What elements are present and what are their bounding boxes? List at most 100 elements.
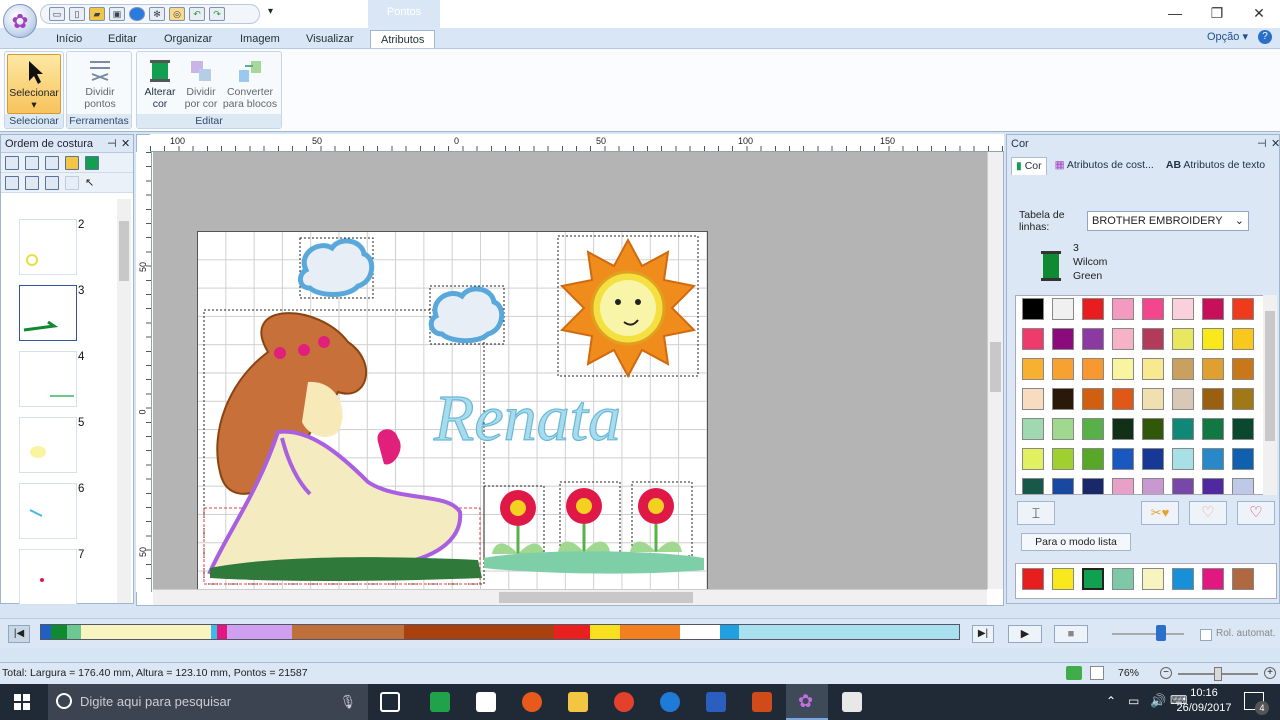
alterar-cor-button[interactable]: Alterar cor <box>139 54 181 110</box>
list-item[interactable] <box>19 417 77 473</box>
go-last-button[interactable]: ▶| <box>972 625 994 643</box>
list-item[interactable] <box>19 285 77 341</box>
color-swatch[interactable] <box>1172 478 1194 494</box>
tab-cor[interactable]: ▮ Cor <box>1011 157 1047 175</box>
fit-view-icon[interactable] <box>5 155 19 170</box>
sequence-color-segment[interactable] <box>50 625 67 639</box>
color-swatch[interactable] <box>1172 328 1194 350</box>
pink-heart-button[interactable]: ♡ <box>1237 501 1275 525</box>
color-swatch[interactable] <box>1142 448 1164 470</box>
color-icon[interactable] <box>85 155 99 170</box>
color-swatch[interactable] <box>1232 478 1254 494</box>
split-icon[interactable] <box>65 175 79 190</box>
color-swatch[interactable] <box>1082 328 1104 350</box>
close-button[interactable]: ✕ <box>1238 0 1280 28</box>
sequence-color-segment[interactable] <box>619 625 680 639</box>
notepad-icon[interactable] <box>842 692 862 712</box>
powerpoint-icon[interactable] <box>752 692 772 712</box>
clock[interactable]: 10:16 26/09/2017 <box>1176 686 1232 716</box>
color-swatch[interactable] <box>1202 298 1224 320</box>
excel-app-icon[interactable] <box>430 692 450 712</box>
color-swatch[interactable] <box>1202 418 1224 440</box>
color-swatch[interactable] <box>1112 388 1134 410</box>
sequence-color-segment[interactable] <box>404 625 554 639</box>
chrome-icon[interactable] <box>614 692 634 712</box>
tab-inicio[interactable]: Início <box>56 30 82 48</box>
show-hidden-icons-icon[interactable]: ⌃ <box>1106 694 1116 708</box>
store-icon[interactable] <box>476 692 496 712</box>
recent-color-swatch[interactable] <box>1022 568 1044 590</box>
file-explorer-icon[interactable] <box>568 692 588 712</box>
tab-atributos[interactable]: Atributos <box>370 30 436 48</box>
color-swatch[interactable] <box>1082 478 1104 494</box>
scroll-thumb[interactable] <box>1265 311 1275 441</box>
sequence-color-segment[interactable] <box>80 625 211 639</box>
zoom-in-icon[interactable]: + <box>1264 667 1276 679</box>
pin-icon[interactable]: ⊣ <box>107 135 117 153</box>
selecionar-button[interactable]: Selecionar ▾ <box>7 54 61 114</box>
color-swatch[interactable] <box>1052 478 1074 494</box>
color-swatch[interactable] <box>1052 418 1074 440</box>
stitch-icon[interactable] <box>129 7 145 21</box>
app-menu-button[interactable]: ✿ <box>3 4 37 38</box>
speed-slider-thumb[interactable] <box>1156 625 1166 641</box>
sewing-order-scrollbar[interactable] <box>117 199 131 603</box>
color-swatch[interactable] <box>1172 448 1194 470</box>
page-icon[interactable] <box>1090 666 1104 680</box>
color-swatch[interactable] <box>1232 298 1254 320</box>
color-swatch[interactable] <box>1052 448 1074 470</box>
pin-icon[interactable]: ⊣ <box>1257 135 1267 153</box>
sequence-color-segment[interactable] <box>66 625 81 639</box>
converter-blocos-button[interactable]: Converter para blocos <box>221 54 279 110</box>
recent-color-swatch[interactable] <box>1052 568 1074 590</box>
color-swatch[interactable] <box>1172 358 1194 380</box>
color-swatch[interactable] <box>1112 298 1134 320</box>
recent-color-swatch[interactable] <box>1202 568 1224 590</box>
lock-icon[interactable] <box>65 155 79 170</box>
tab-imagem[interactable]: Imagem <box>240 30 280 48</box>
network-icon[interactable]: ▭ <box>1128 694 1139 708</box>
tab-organizar[interactable]: Organizar <box>164 30 212 48</box>
paste-icon[interactable] <box>45 175 59 190</box>
select-icon[interactable]: ↖ <box>85 176 99 190</box>
color-swatch[interactable] <box>1022 358 1044 380</box>
sequence-color-segment[interactable] <box>679 625 720 639</box>
color-swatch[interactable] <box>1112 358 1134 380</box>
recent-color-swatch[interactable] <box>1142 568 1164 590</box>
color-swatch[interactable] <box>1112 448 1134 470</box>
cut-heart-button[interactable]: ✂♥ <box>1141 501 1179 525</box>
sequence-color-segment[interactable] <box>292 625 405 639</box>
scroll-thumb[interactable] <box>499 592 693 603</box>
sequence-color-segment[interactable] <box>739 625 959 639</box>
color-swatch[interactable] <box>1082 418 1104 440</box>
color-swatch[interactable] <box>1202 388 1224 410</box>
canvas-vertical-scrollbar[interactable] <box>987 152 1003 589</box>
color-swatch[interactable] <box>1022 478 1044 494</box>
color-swatch[interactable] <box>1142 298 1164 320</box>
sequence-color-segment[interactable] <box>589 625 620 639</box>
color-swatch[interactable] <box>1022 298 1044 320</box>
ungroup-icon[interactable] <box>45 155 59 170</box>
firefox-icon[interactable] <box>522 692 542 712</box>
color-swatch[interactable] <box>1082 388 1104 410</box>
task-view-icon[interactable] <box>380 692 400 712</box>
edge-icon[interactable] <box>660 692 680 712</box>
canvas-horizontal-scrollbar[interactable] <box>153 589 987 605</box>
color-swatch[interactable] <box>1112 478 1134 494</box>
auto-scroll-checkbox[interactable] <box>1200 629 1212 641</box>
color-swatch[interactable] <box>1202 358 1224 380</box>
recent-color-swatch[interactable] <box>1232 568 1254 590</box>
palette-scrollbar[interactable] <box>1263 295 1277 495</box>
windows-start-icon[interactable] <box>14 694 30 710</box>
zoom-out-icon[interactable]: − <box>1160 667 1172 679</box>
tab-atributos-costura[interactable]: ▦ Atributos de cost... <box>1051 157 1158 175</box>
sequence-color-segment[interactable] <box>719 625 740 639</box>
qat-dropdown-icon[interactable]: ▾ <box>268 6 273 17</box>
restore-button[interactable]: ❐ <box>1196 0 1238 28</box>
color-swatch[interactable] <box>1082 298 1104 320</box>
color-swatch[interactable] <box>1142 478 1164 494</box>
color-swatch[interactable] <box>1232 418 1254 440</box>
heart-button[interactable]: ♡ <box>1189 501 1227 525</box>
color-swatch[interactable] <box>1052 298 1074 320</box>
close-panel-icon[interactable]: ✕ <box>1271 135 1280 153</box>
